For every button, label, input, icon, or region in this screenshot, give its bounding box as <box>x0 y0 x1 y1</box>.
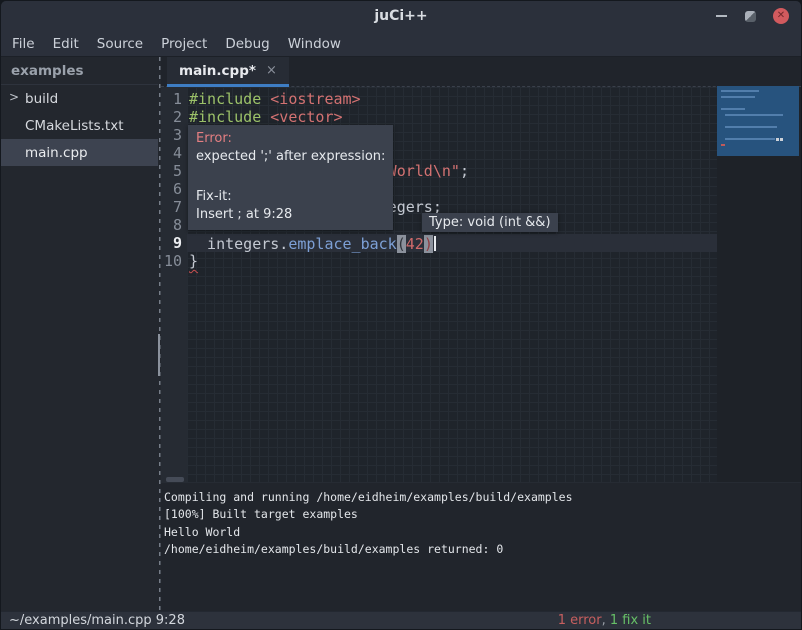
tab-label: main.cpp* <box>179 63 256 79</box>
diagnostic-tooltip: Error:expected ';' after expression: Fix-… <box>188 125 393 230</box>
editor[interactable]: 12345678910 #include <iostream>#include … <box>161 87 801 482</box>
type-tooltip: Type: void (int &&) <box>422 213 558 232</box>
terminal-line: Compiling and running /home/eidheim/exam… <box>164 489 801 506</box>
minimap-row <box>721 108 799 110</box>
menubar: FileEditSourceProjectDebugWindow <box>1 31 801 57</box>
minimize-button[interactable] <box>715 10 728 23</box>
line-number: 6 <box>161 180 187 198</box>
file-tree: > build CMakeLists.txt main.cpp <box>1 85 158 166</box>
minimap-row <box>721 102 799 104</box>
tooltip-line: Fix-it: <box>196 188 385 206</box>
line-number: 10 <box>161 252 187 270</box>
menu-item-project[interactable]: Project <box>152 33 216 55</box>
minimap-row <box>721 126 799 128</box>
line-number: 5 <box>161 162 187 180</box>
minimap[interactable] <box>717 87 801 482</box>
app-window: juCi++ ✕ FileEditSourceProjectDebugWindo… <box>0 0 802 630</box>
close-button[interactable]: ✕ <box>773 8 789 24</box>
line-number: 7 <box>161 198 187 216</box>
file-tree-item-build[interactable]: > build <box>1 85 158 112</box>
minimap-row <box>721 144 799 146</box>
menu-item-edit[interactable]: Edit <box>44 33 88 55</box>
line-number-gutter: 12345678910 <box>161 87 187 482</box>
minimap-row <box>721 114 799 116</box>
tooltip-line: Insert ; at 9:28 <box>196 206 385 224</box>
minimap-viewport[interactable] <box>717 86 799 156</box>
diagnostics-summary: 1 error, 1 fix it <box>558 613 651 628</box>
terminal-line: Hello World <box>164 524 801 541</box>
type-tooltip-text: Type: void (int &&) <box>429 215 551 230</box>
code-line-10[interactable]: } <box>187 252 717 270</box>
code-line-2[interactable]: #include <vector> <box>187 108 717 126</box>
code-line-9[interactable]: integers.emplace_back(42) <box>187 234 717 252</box>
main-panel: main.cpp* × 12345678910 #include <iostre… <box>161 57 801 611</box>
file-tree-panel: examples > build CMakeLists.txt main.cpp <box>1 57 158 611</box>
text-cursor <box>434 236 436 251</box>
statusbar: ~/examples/main.cpp 9:28 1 error, 1 fix … <box>1 611 801 629</box>
minimap-row <box>721 90 799 92</box>
expander-icon[interactable]: > <box>9 90 19 104</box>
terminal-output[interactable]: Compiling and running /home/eidheim/exam… <box>161 482 801 611</box>
menu-item-source[interactable]: Source <box>88 33 152 55</box>
menu-item-debug[interactable]: Debug <box>216 33 278 55</box>
line-number: 3 <box>161 126 187 144</box>
line-number: 1 <box>161 90 187 108</box>
fixit-count: 1 fix it <box>610 613 651 628</box>
tree-item-label: main.cpp <box>25 145 88 161</box>
line-number: 8 <box>161 216 187 234</box>
line-number: 2 <box>161 108 187 126</box>
pane-separator-handle[interactable] <box>158 334 160 376</box>
minimap-row <box>721 132 799 134</box>
window-title: juCi++ <box>1 1 801 31</box>
minimap-row <box>721 120 799 122</box>
project-name: examples <box>1 57 158 85</box>
window-controls: ✕ <box>715 1 789 31</box>
maximize-icon[interactable] <box>745 11 756 22</box>
menu-item-window[interactable]: Window <box>279 33 350 55</box>
file-tree-item-cmakelists-txt[interactable]: CMakeLists.txt <box>1 112 158 139</box>
code-line-1[interactable]: #include <iostream> <box>187 90 717 108</box>
tab-main-cpp[interactable]: main.cpp* × <box>167 57 289 87</box>
tabbar: main.cpp* × <box>161 57 801 87</box>
titlebar[interactable]: juCi++ ✕ <box>1 1 801 31</box>
line-number: 4 <box>161 144 187 162</box>
window-body: examples > build CMakeLists.txt main.cpp ma… <box>1 57 801 611</box>
diagnostics-separator: , <box>602 613 610 628</box>
cursor-location: ~/examples/main.cpp 9:28 <box>9 613 185 628</box>
error-count: 1 error <box>558 613 602 628</box>
terminal-line: [100%] Built target examples <box>164 506 801 523</box>
minimize-icon <box>716 15 727 17</box>
file-tree-item-main-cpp[interactable]: main.cpp <box>1 139 158 166</box>
tab-close-icon[interactable]: × <box>266 64 277 77</box>
minimap-row <box>721 138 799 140</box>
minimap-row <box>721 96 799 98</box>
tree-item-label: build <box>25 91 58 107</box>
terminal-line: /home/eidheim/examples/build/examples re… <box>164 541 801 558</box>
tooltip-line: expected ';' after expression: <box>196 148 385 166</box>
scrollbar-thumb[interactable] <box>166 477 184 482</box>
menu-item-file[interactable]: File <box>3 33 44 55</box>
tooltip-line: Error: <box>196 130 385 148</box>
line-number: 9 <box>161 234 187 252</box>
tree-item-label: CMakeLists.txt <box>25 118 124 134</box>
